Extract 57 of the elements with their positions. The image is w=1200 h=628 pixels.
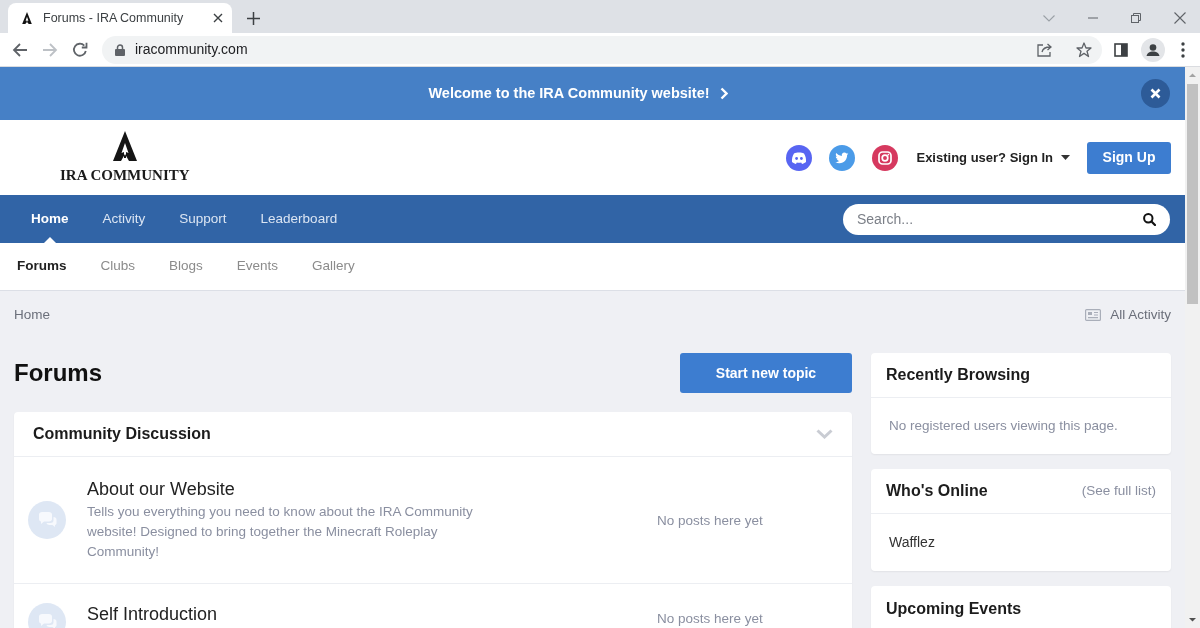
browser-tab[interactable]: Forums - IRA Community [8,3,232,33]
restore-icon[interactable] [1131,13,1141,23]
nav-tab[interactable]: Activity [85,195,163,243]
last-post-text: No posts here yet [657,611,763,626]
announcement-link[interactable]: Welcome to the IRA Community website! [428,82,728,105]
page-title: Forums [14,358,102,388]
subnav-tab[interactable]: Forums [0,243,84,290]
subnav-tab[interactable]: Gallery [295,243,372,290]
scrollbar-thumb[interactable] [1187,84,1198,304]
share-icon[interactable] [1037,42,1054,57]
newspaper-icon [1085,309,1102,321]
logo-icon[interactable] [112,131,137,161]
lock-icon[interactable] [115,43,125,56]
category-title: Community Discussion [33,424,211,444]
nav-tab[interactable]: Leaderboard [243,195,355,243]
more-menu-icon[interactable] [1181,41,1185,58]
close-icon[interactable] [213,13,223,23]
camera-icon[interactable] [872,144,899,171]
back-arrow-icon[interactable] [12,41,28,58]
forum-title-link[interactable]: Self Introduction [87,603,218,625]
forum-description: Tells you everything you need to know about the IRA Community website! Designed to bring together the Minecraft Roleplay Community! [87,503,474,561]
sign-in-link[interactable]: Existing user? Sign In [916,147,1070,168]
chevron-right-icon [719,87,728,100]
new-tab-icon[interactable] [247,11,260,25]
nav-tab[interactable]: Home [14,195,86,243]
breadcrumb-link[interactable]: Home [14,306,50,324]
subnav-tab[interactable]: Blogs [152,243,220,290]
last-post-text: No posts here yet [657,513,763,528]
logo-text[interactable]: IRA COMMUNITY [60,167,190,184]
search-icon[interactable] [1143,212,1156,226]
user-link[interactable]: Wafflez [889,534,935,550]
forum-title-link[interactable]: About our Website [87,478,235,500]
widget-title: Who's Online [886,481,988,501]
side-panel-icon[interactable] [1114,42,1128,57]
close-icon[interactable] [1141,79,1170,108]
subnav-tab[interactable]: Clubs [83,243,153,290]
widget-title: Upcoming Events [886,598,1022,619]
star-icon[interactable] [1076,41,1092,58]
all-activity-link[interactable]: All Activity [1085,306,1171,324]
widget-text: No registered users viewing this page. [889,417,1119,435]
site-logo-icon [22,12,32,24]
chat-bubbles-icon [28,501,66,539]
profile-avatar-icon[interactable] [1141,37,1165,62]
widget-title: Recently Browsing [886,365,1031,385]
nav-tab[interactable]: Support [162,195,244,243]
see-full-list-link[interactable]: (See full list) [1081,480,1156,502]
close-icon[interactable] [1174,12,1186,24]
caret-icon [1061,155,1070,160]
sign-up-button[interactable]: Sign Up [1087,141,1171,174]
start-topic-button[interactable]: Start new topic [680,353,852,393]
scrollbar[interactable] [1185,67,1200,628]
bird-icon[interactable] [829,144,856,171]
reload-icon[interactable] [72,41,88,58]
search-field[interactable]: Search... [843,203,1170,235]
subnav-tab[interactable]: Events [219,243,296,290]
gamepad-face-icon[interactable] [786,144,813,171]
address-bar[interactable]: iracommunity.com [102,35,1102,64]
